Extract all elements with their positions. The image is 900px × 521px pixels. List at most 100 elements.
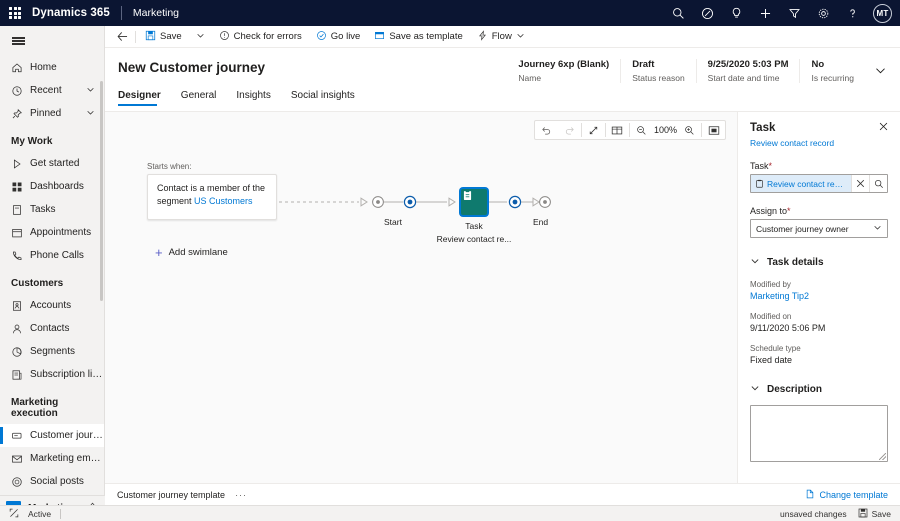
sidebar-item-dashboards[interactable]: Dashboards <box>0 175 104 198</box>
template-icon <box>805 489 815 501</box>
header-field-is-recurring[interactable]: No Is recurring <box>799 59 865 83</box>
task-lookup-field[interactable]: Review contact record <box>750 174 888 193</box>
sidebar-item-home[interactable]: Home <box>0 56 104 79</box>
save-as-template-button[interactable]: Save as template <box>367 26 469 48</box>
sidebar-item-marketing-emails[interactable]: Marketing emails <box>0 447 104 470</box>
header-field-status-reason[interactable]: Draft Status reason <box>620 59 695 83</box>
sidebar-item-segments[interactable]: Segments <box>0 340 104 363</box>
lookup-search-icon[interactable] <box>870 175 887 192</box>
task-details-section-header[interactable]: Task details <box>750 256 888 269</box>
expand-icon[interactable] <box>582 121 605 140</box>
sidebar-scrollbar[interactable] <box>100 81 103 301</box>
flow-label: Flow <box>491 31 512 42</box>
add-swimlane-button[interactable]: + Add swimlane <box>155 246 228 259</box>
sidebar-item-get-started[interactable]: Get started <box>0 152 104 175</box>
schedule-type-label: Schedule type <box>750 344 801 353</box>
header-field-label: Status reason <box>632 73 685 83</box>
header-fields: Journey 6xp (Blank) Name Draft Status re… <box>507 59 892 83</box>
header-expand-chevron-icon[interactable] <box>865 59 892 81</box>
minimap-icon[interactable] <box>606 121 629 140</box>
modified-by-value[interactable]: Marketing Tip2 <box>750 291 888 301</box>
task-lookup-pill[interactable]: Review contact record <box>751 175 851 192</box>
description-textarea[interactable] <box>750 405 888 462</box>
task-node[interactable] <box>461 189 487 215</box>
go-live-button[interactable]: Go live <box>309 26 368 48</box>
chevron-down-icon[interactable] <box>86 85 95 97</box>
chevron-down-icon[interactable] <box>86 108 95 120</box>
save-button[interactable]: Save <box>138 26 189 48</box>
sidebar-item-customer-journeys[interactable]: Customer journeys <box>0 424 104 447</box>
social-icon <box>11 476 30 488</box>
sidebar-item-phone-calls[interactable]: Phone Calls <box>0 244 104 267</box>
node-label-end: End <box>533 217 549 227</box>
assistant-icon[interactable] <box>693 0 722 26</box>
unsaved-changes-label: unsaved changes <box>779 508 847 519</box>
flow-connectors <box>279 195 551 209</box>
back-button[interactable] <box>111 30 133 43</box>
trigger-segment-link[interactable]: US Customers <box>194 196 253 206</box>
zoom-out-icon[interactable] <box>630 121 653 140</box>
status-save-button[interactable]: Save <box>858 505 891 521</box>
tab-insights[interactable]: Insights <box>236 86 278 108</box>
description-section-header[interactable]: Description <box>750 383 888 396</box>
search-icon[interactable] <box>664 0 693 26</box>
change-template-button[interactable]: Change template <box>805 489 888 501</box>
footer-bar: Customer journey template ··· Change tem… <box>105 483 900 505</box>
journey-designer-canvas[interactable]: 100% Starts when: Contact is a member of… <box>105 112 738 483</box>
close-icon[interactable] <box>879 122 888 134</box>
sidebar-item-label: Phone Calls <box>30 250 84 261</box>
sidebar-item-pinned[interactable]: Pinned <box>0 102 104 125</box>
plus-icon[interactable] <box>751 0 780 26</box>
check-for-errors-button[interactable]: Check for errors <box>212 26 309 48</box>
record-header: New Customer journey Designer General In… <box>105 48 900 112</box>
sidebar-item-appointments[interactable]: Appointments <box>0 221 104 244</box>
maximize-icon[interactable] <box>9 505 19 521</box>
flow-icon <box>477 29 488 44</box>
save-icon <box>145 30 156 44</box>
avatar[interactable]: MT <box>873 3 892 23</box>
list-icon <box>11 369 30 381</box>
tab-designer[interactable]: Designer <box>118 86 169 108</box>
sidebar-item-tasks[interactable]: Tasks <box>0 198 104 221</box>
dynamics365-marketing-app: Dynamics 365 Marketing MT Home Recent Pi… <box>0 0 900 521</box>
properties-subtitle[interactable]: Review contact record <box>750 138 888 148</box>
sidebar-group-title: Marketing execution <box>11 397 59 419</box>
assign-to-dropdown[interactable]: Customer journey owner <box>750 219 888 238</box>
clear-icon[interactable] <box>852 175 869 192</box>
task-icon <box>11 204 30 216</box>
header-field-name[interactable]: Journey 6xp (Blank) Name <box>507 59 620 83</box>
site-map-toggle-icon[interactable] <box>0 26 104 56</box>
help-icon[interactable] <box>838 0 867 26</box>
tab-social-insights[interactable]: Social insights <box>291 86 363 108</box>
template-more-button[interactable]: ··· <box>235 490 247 500</box>
task-details-title: Task details <box>767 257 824 268</box>
fullscreen-icon[interactable] <box>702 121 725 140</box>
command-divider <box>135 30 136 43</box>
top-nav-actions: MT <box>664 0 900 26</box>
sidebar-item-recent[interactable]: Recent <box>0 79 104 102</box>
tab-general[interactable]: General <box>181 86 225 108</box>
lightbulb-icon[interactable] <box>722 0 751 26</box>
sidebar-item-accounts[interactable]: Accounts <box>0 294 104 317</box>
trigger-card[interactable]: Contact is a member of the segment US Cu… <box>147 174 277 220</box>
header-field-start-date[interactable]: 9/25/2020 5:03 PM Start date and time <box>695 59 800 83</box>
assign-to-label-text: Assign to <box>750 206 788 216</box>
chevron-down-icon <box>873 223 882 234</box>
zoom-in-icon[interactable] <box>678 121 701 140</box>
node-sublabel-task: Review contact re... <box>436 234 512 244</box>
flow-button[interactable]: Flow <box>470 26 532 48</box>
mail-icon <box>11 453 30 465</box>
filter-icon[interactable] <box>780 0 809 26</box>
sidebar-item-social-posts[interactable]: Social posts <box>0 470 104 493</box>
journey-flow: Start End Task Review contact re... <box>277 174 557 264</box>
save-dropdown-button[interactable] <box>189 26 212 48</box>
sidebar-item-subscription-lists[interactable]: Subscription lists <box>0 363 104 386</box>
sidebar-item-contacts[interactable]: Contacts <box>0 317 104 340</box>
app-launcher-icon[interactable] <box>0 7 30 19</box>
redo-icon[interactable] <box>558 121 581 140</box>
zoom-level-label[interactable]: 100% <box>653 125 678 135</box>
undo-icon[interactable] <box>535 121 558 140</box>
gear-icon[interactable] <box>809 0 838 26</box>
app-name-label[interactable]: Marketing <box>133 7 179 19</box>
page-title: New Customer journey <box>118 60 266 75</box>
